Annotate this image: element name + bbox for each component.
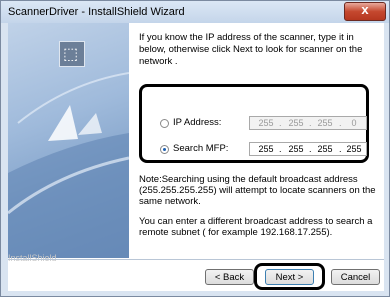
scanner-app-icon: ⬚ [59,41,85,67]
installshield-watermark: InstallShield [8,253,57,263]
wizard-client-area: ⬚ InstallShield If you know the IP addre… [8,23,384,291]
ip-octet: 255 [317,118,333,128]
mfp-octet: 255 [317,144,333,154]
note-text: Note:Searching using the default broadca… [139,174,379,247]
mfp-octet: 255 [346,144,362,154]
ip-octet: 0 [351,118,357,128]
mfp-octet: 255 [288,144,304,154]
search-mfp-label: Search MFP: [173,143,229,154]
ip-octet: 255 [288,118,304,128]
window-title: ScannerDriver - InstallShield Wizard [8,6,185,18]
close-icon: x [361,2,369,17]
note-broadcast-default: Note:Searching using the default broadca… [139,174,376,207]
intro-text: If you know the IP address of the scanne… [139,32,363,67]
note-broadcast-custom: You can enter a different broadcast addr… [139,216,373,238]
installshield-wizard-window: ScannerDriver - InstallShield Wizard x ⬚… [0,0,390,297]
ip-address-label: IP Address: [173,117,222,128]
address-options-group: IP Address: 255 . 255 . 255 . 0 Search M… [139,84,369,163]
ip-address-field[interactable]: 255 . 255 . 255 . 0 [249,116,367,130]
search-mfp-field[interactable]: 255 . 255 . 255 . 255 [249,142,367,156]
ip-address-radio[interactable] [160,119,169,128]
search-mfp-radio[interactable] [160,145,169,154]
ip-octet: 255 [258,118,274,128]
title-bar[interactable]: ScannerDriver - InstallShield Wizard x [1,1,389,23]
wizard-banner: ⬚ [8,23,129,258]
mfp-octet: 255 [258,144,274,154]
close-button[interactable]: x [344,2,386,21]
back-button[interactable]: < Back [205,269,254,285]
next-button[interactable]: Next > [265,269,314,285]
cancel-button[interactable]: Cancel [331,269,380,285]
footer-divider [8,259,384,260]
